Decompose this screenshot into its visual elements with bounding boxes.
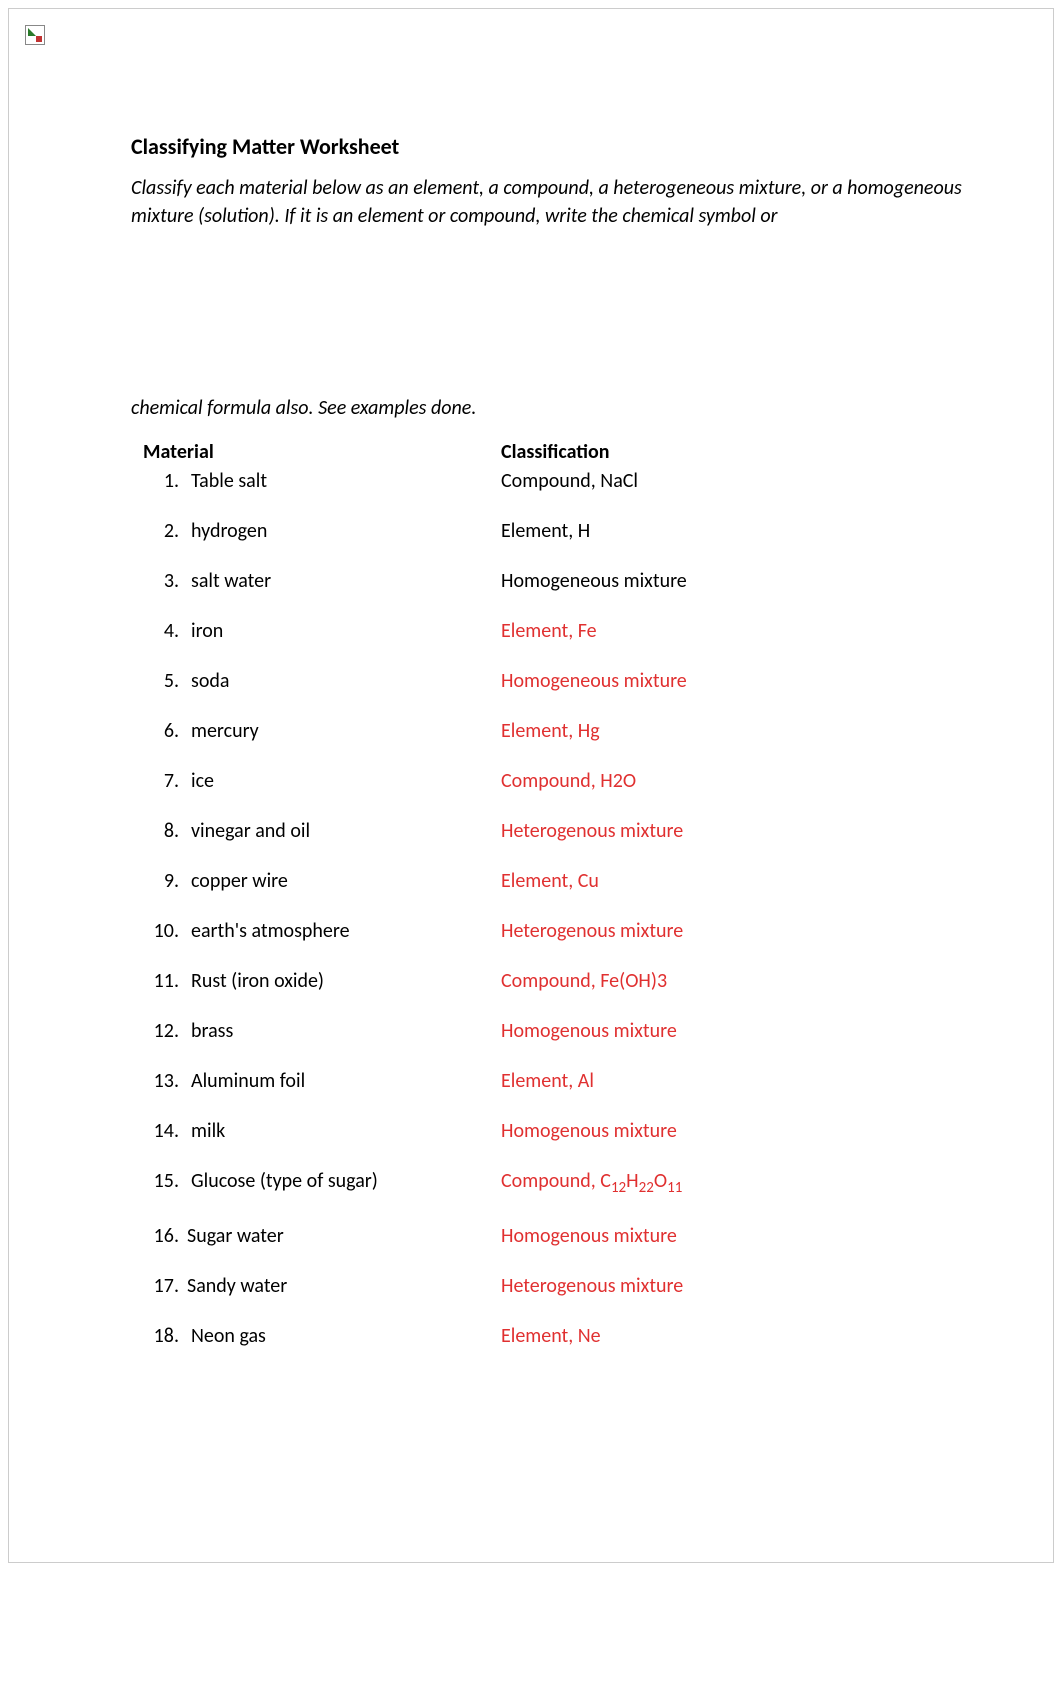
worksheet-table: Material Classification 1. Table saltCom…: [131, 440, 971, 1349]
table-row: 1. Table saltCompound, NaCl: [131, 468, 971, 494]
row-material: Neon gas: [185, 1323, 501, 1349]
table-row: 9. copper wireElement, Cu: [131, 868, 971, 894]
broken-image-icon: [25, 25, 45, 45]
row-material: Sugar water: [185, 1223, 501, 1249]
table-row: 6. mercuryElement, Hg: [131, 718, 971, 744]
row-material: mercury: [185, 718, 501, 744]
table-row: 16.Sugar waterHomogenous mixture: [131, 1223, 971, 1249]
row-classification: Element, Cu: [501, 868, 971, 894]
page-frame: Classifying Matter Worksheet Classify ea…: [8, 8, 1054, 1563]
row-number: 13.: [131, 1068, 185, 1094]
table-header-row: Material Classification: [131, 440, 971, 464]
row-number: 2.: [131, 518, 185, 544]
row-classification: Compound, NaCl: [501, 468, 971, 494]
table-row: 14. milkHomogenous mixture: [131, 1118, 971, 1144]
row-classification: Heterogenous mixture: [501, 918, 971, 944]
row-material: earth's atmosphere: [185, 918, 501, 944]
table-row: 4. ironElement, Fe: [131, 618, 971, 644]
row-classification: Element, H: [501, 518, 971, 544]
table-row: 8. vinegar and oilHeterogenous mixture: [131, 818, 971, 844]
worksheet-title: Classifying Matter Worksheet: [131, 133, 971, 160]
row-classification: Element, Al: [501, 1068, 971, 1094]
row-material: Rust (iron oxide): [185, 968, 501, 994]
row-number: 16.: [131, 1223, 185, 1249]
table-row: 3. salt waterHomogeneous mixture: [131, 568, 971, 594]
content-area: Classifying Matter Worksheet Classify ea…: [131, 133, 971, 1373]
row-material: copper wire: [185, 868, 501, 894]
table-body: 1. Table saltCompound, NaCl2. hydrogenEl…: [131, 468, 971, 1349]
row-number: 8.: [131, 818, 185, 844]
row-classification: Element, Ne: [501, 1323, 971, 1349]
row-material: Glucose (type of sugar): [185, 1168, 501, 1199]
row-classification: Homogeneous mixture: [501, 568, 971, 594]
table-row: 7. iceCompound, H2O: [131, 768, 971, 794]
row-classification: Element, Hg: [501, 718, 971, 744]
row-material: brass: [185, 1018, 501, 1044]
table-row: 18. Neon gasElement, Ne: [131, 1323, 971, 1349]
header-classification: Classification: [501, 440, 971, 464]
row-number: 10.: [131, 918, 185, 944]
row-classification: Homogenous mixture: [501, 1223, 971, 1249]
row-number: 6.: [131, 718, 185, 744]
row-number: 14.: [131, 1118, 185, 1144]
row-classification: Element, Fe: [501, 618, 971, 644]
row-number: 18.: [131, 1323, 185, 1349]
table-row: 2. hydrogenElement, H: [131, 518, 971, 544]
row-classification: Heterogenous mixture: [501, 818, 971, 844]
row-material: ice: [185, 768, 501, 794]
row-material: Table salt: [185, 468, 501, 494]
instructions-part-2: chemical formula also. See examples done…: [131, 396, 971, 420]
table-row: 11. Rust (iron oxide)Compound, Fe(OH)3: [131, 968, 971, 994]
header-material: Material: [131, 440, 501, 464]
table-row: 17.Sandy waterHeterogenous mixture: [131, 1273, 971, 1299]
row-number: 15.: [131, 1168, 185, 1199]
row-classification: Compound, H2O: [501, 768, 971, 794]
row-material: Aluminum foil: [185, 1068, 501, 1094]
row-number: 7.: [131, 768, 185, 794]
table-row: 15. Glucose (type of sugar)Compound, C12…: [131, 1168, 971, 1199]
row-material: salt water: [185, 568, 501, 594]
row-material: milk: [185, 1118, 501, 1144]
table-row: 13. Aluminum foilElement, Al: [131, 1068, 971, 1094]
row-classification: Compound, Fe(OH)3: [501, 968, 971, 994]
row-material: iron: [185, 618, 501, 644]
row-classification: Heterogenous mixture: [501, 1273, 971, 1299]
row-number: 11.: [131, 968, 185, 994]
row-classification: Homogenous mixture: [501, 1118, 971, 1144]
row-number: 5.: [131, 668, 185, 694]
row-material: hydrogen: [185, 518, 501, 544]
row-number: 12.: [131, 1018, 185, 1044]
row-classification: Compound, C12H22O11: [501, 1168, 971, 1199]
row-material: soda: [185, 668, 501, 694]
row-number: 9.: [131, 868, 185, 894]
row-classification: Homogeneous mixture: [501, 668, 971, 694]
row-number: 17.: [131, 1273, 185, 1299]
row-classification: Homogenous mixture: [501, 1018, 971, 1044]
row-material: Sandy water: [185, 1273, 501, 1299]
instructions-part-1: Classify each material below as an eleme…: [131, 174, 971, 230]
row-number: 3.: [131, 568, 185, 594]
table-row: 12. brassHomogenous mixture: [131, 1018, 971, 1044]
row-number: 1.: [131, 468, 185, 494]
table-row: 5. sodaHomogeneous mixture: [131, 668, 971, 694]
row-material: vinegar and oil: [185, 818, 501, 844]
table-row: 10. earth's atmosphereHeterogenous mixtu…: [131, 918, 971, 944]
row-number: 4.: [131, 618, 185, 644]
